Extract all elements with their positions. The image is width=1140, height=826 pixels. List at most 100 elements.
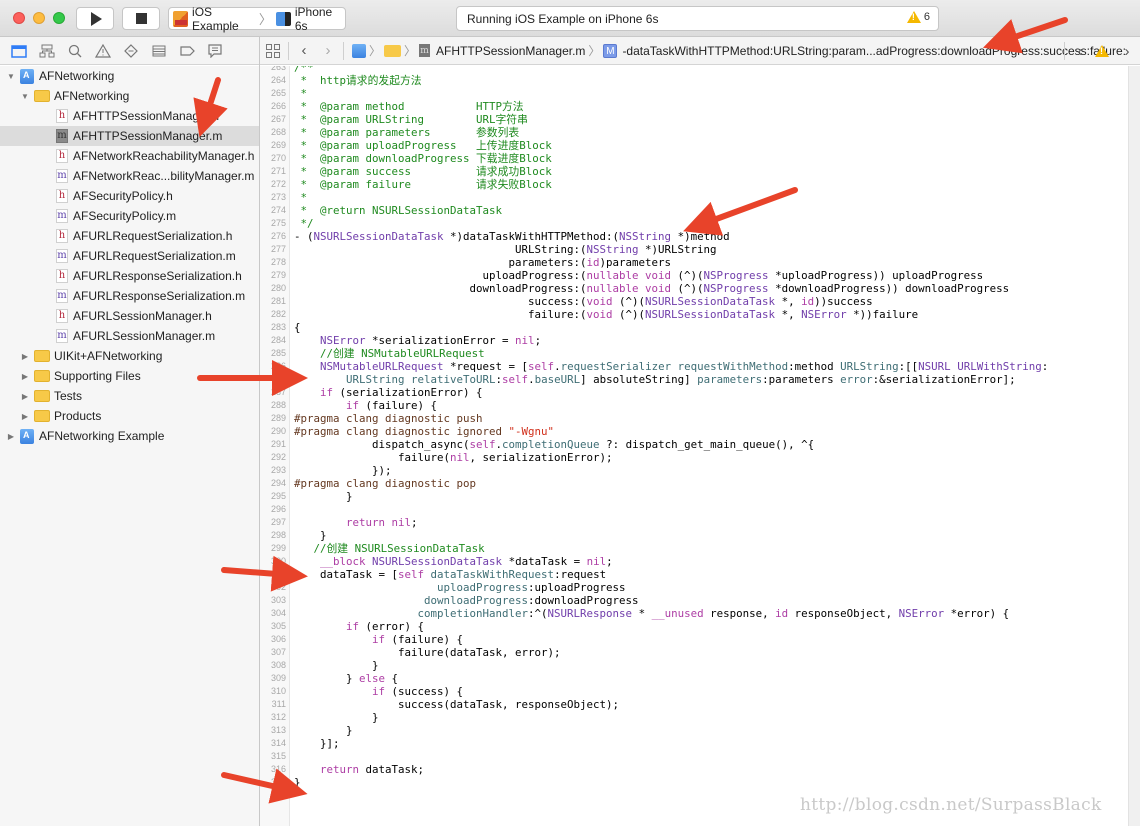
code-text[interactable]: success(dataTask, responseObject); xyxy=(294,698,619,711)
code-text[interactable]: if (serializationError) { xyxy=(294,386,483,399)
code-text[interactable]: * @param uploadProgress 上传进度Block xyxy=(294,139,552,152)
sidebar-item[interactable]: ▶ Products xyxy=(0,406,259,426)
minimize-window-button[interactable] xyxy=(33,12,45,24)
sidebar-item[interactable]: h AFSecurityPolicy.h xyxy=(0,186,259,206)
code-text[interactable]: parameters:(id)parameters xyxy=(294,256,672,269)
device-name[interactable]: iPhone 6s xyxy=(295,5,345,33)
project-navigator-icon[interactable] xyxy=(10,43,28,59)
code-text[interactable]: //创建 NSURLSessionDataTask xyxy=(294,542,485,555)
editor-scrollbar[interactable] xyxy=(1128,66,1140,826)
code-text[interactable]: } xyxy=(294,724,353,737)
disclosure-expanded-icon[interactable]: ▼ xyxy=(6,72,16,81)
code-text[interactable]: * http请求的发起方法 xyxy=(294,74,422,87)
sidebar-item[interactable]: ▶ Tests xyxy=(0,386,259,406)
code-text[interactable]: * @return NSURLSessionDataTask xyxy=(294,204,503,217)
code-text[interactable]: if (failure) { xyxy=(294,399,437,412)
debug-navigator-icon[interactable] xyxy=(150,43,168,59)
code-text[interactable]: //创建 NSMutableURLRequest xyxy=(294,347,485,360)
code-text[interactable]: if (error) { xyxy=(294,620,424,633)
code-text[interactable]: NSError *serializationError = nil; xyxy=(294,334,541,347)
code-text[interactable]: * @param downloadProgress 下载进度Block xyxy=(294,152,552,165)
code-text[interactable]: dispatch_async(self.completionQueue ?: d… xyxy=(294,438,814,451)
code-text[interactable]: #pragma clang diagnostic pop xyxy=(294,477,476,490)
disclosure-collapsed-icon[interactable]: ▶ xyxy=(20,392,30,401)
code-text[interactable]: #pragma clang diagnostic ignored "-Wgnu" xyxy=(294,425,554,438)
code-text[interactable]: } xyxy=(294,776,301,789)
code-text[interactable]: } xyxy=(294,490,353,503)
disclosure-collapsed-icon[interactable]: ▶ xyxy=(20,412,30,421)
code-text[interactable]: - (NSURLSessionDataTask *)dataTaskWithHT… xyxy=(294,230,730,243)
code-text[interactable]: * @param success 请求成功Block xyxy=(294,165,552,178)
code-text[interactable]: #pragma clang diagnostic push xyxy=(294,412,483,425)
code-text[interactable]: completionHandler:^(NSURLResponse * __un… xyxy=(294,607,1010,620)
code-text[interactable]: */ xyxy=(294,217,314,230)
code-text[interactable]: * @param parameters 参数列表 xyxy=(294,126,520,139)
sidebar-item[interactable]: m AFNetworkReac...bilityManager.m xyxy=(0,166,259,186)
code-text[interactable]: URLString:(NSString *)URLString xyxy=(294,243,717,256)
sidebar-item[interactable]: ▶ AFNetworking Example xyxy=(0,426,259,446)
code-text[interactable]: } xyxy=(294,711,379,724)
source-editor[interactable]: 263/** 264 * http请求的发起方法 265 * 266 * @param… xyxy=(260,66,1128,826)
run-button[interactable] xyxy=(76,7,114,30)
code-text[interactable]: uploadProgress:(nullable void (^)(NSProg… xyxy=(294,269,984,282)
sidebar-item[interactable]: m AFURLSessionManager.m xyxy=(0,326,259,346)
forward-button[interactable]: › xyxy=(321,42,335,59)
disclosure-collapsed-icon[interactable]: ▶ xyxy=(20,372,30,381)
code-text[interactable]: downloadProgress:downloadProgress xyxy=(294,594,639,607)
code-text[interactable]: } xyxy=(294,659,379,672)
code-text[interactable]: NSMutableURLRequest *request = [self.req… xyxy=(294,360,1048,373)
code-text[interactable]: failure(dataTask, error); xyxy=(294,646,561,659)
sidebar-item[interactable]: h AFURLSessionManager.h xyxy=(0,306,259,326)
warnings-indicator[interactable]: 6 xyxy=(906,11,930,23)
close-window-button[interactable] xyxy=(13,12,25,24)
disclosure-collapsed-icon[interactable]: ▶ xyxy=(6,432,16,441)
back-button[interactable]: ‹ xyxy=(297,42,311,59)
jump-bar-method[interactable]: -dataTaskWithHTTPMethod:URLString:param.… xyxy=(622,44,1126,58)
code-text[interactable]: uploadProgress:uploadProgress xyxy=(294,581,626,594)
folder-icon[interactable] xyxy=(384,44,402,57)
jump-bar-file[interactable]: AFHTTPSessionManager.m xyxy=(436,44,585,58)
code-text[interactable]: success:(void (^)(NSURLSessionDataTask *… xyxy=(294,295,873,308)
code-text[interactable]: downloadProgress:(nullable void (^)(NSPr… xyxy=(294,282,1010,295)
code-text[interactable]: if (success) { xyxy=(294,685,463,698)
related-items-icon[interactable] xyxy=(266,43,280,58)
code-text[interactable]: }]; xyxy=(294,737,340,750)
code-text[interactable]: return nil; xyxy=(294,516,418,529)
sidebar-item[interactable]: m AFHTTPSessionManager.m xyxy=(0,126,259,146)
project-icon[interactable] xyxy=(352,43,366,58)
find-navigator-icon[interactable] xyxy=(66,43,84,59)
issue-navigator-icon[interactable] xyxy=(94,43,112,59)
code-text[interactable]: __block NSURLSessionDataTask *dataTask =… xyxy=(294,555,613,568)
code-text[interactable]: return dataTask; xyxy=(294,763,424,776)
code-text[interactable]: * @param failure 请求失败Block xyxy=(294,178,552,191)
stop-button[interactable] xyxy=(122,7,160,30)
sidebar-item[interactable]: ▼ AFNetworking xyxy=(0,86,259,106)
code-text[interactable]: /** xyxy=(294,66,314,74)
sidebar-item[interactable]: h AFHTTPSessionManager.h xyxy=(0,106,259,126)
code-text[interactable]: * xyxy=(294,191,308,204)
sidebar-item[interactable]: ▶ UIKit+AFNetworking xyxy=(0,346,259,366)
disclosure-collapsed-icon[interactable]: ▶ xyxy=(20,352,30,361)
sidebar-item[interactable]: m AFURLResponseSerialization.m xyxy=(0,286,259,306)
code-text[interactable]: } else { xyxy=(294,672,398,685)
sidebar-item[interactable]: h AFNetworkReachabilityManager.h xyxy=(0,146,259,166)
code-text[interactable]: } xyxy=(294,529,327,542)
code-text[interactable]: URLString relativeToURL:self.baseURL] ab… xyxy=(294,373,1016,386)
sidebar-item[interactable]: ▼ AFNetworking xyxy=(0,66,259,86)
breakpoint-navigator-icon[interactable] xyxy=(178,43,196,59)
code-text[interactable]: failure:(void (^)(NSURLSessionDataTask *… xyxy=(294,308,918,321)
scheme-selector[interactable]: iOS Example 〉 iPhone 6s xyxy=(168,5,346,33)
symbol-navigator-icon[interactable] xyxy=(38,43,56,59)
sidebar-item[interactable]: h AFURLResponseSerialization.h xyxy=(0,266,259,286)
sidebar-item[interactable]: h AFURLRequestSerialization.h xyxy=(0,226,259,246)
next-issue-button[interactable]: › xyxy=(1120,43,1134,60)
scheme-name[interactable]: iOS Example xyxy=(192,5,258,33)
sidebar-item[interactable]: m AFURLRequestSerialization.m xyxy=(0,246,259,266)
previous-issue-button[interactable]: ‹ xyxy=(1073,43,1087,60)
sidebar-item[interactable]: ▶ Supporting Files xyxy=(0,366,259,386)
sidebar-item[interactable]: m AFSecurityPolicy.m xyxy=(0,206,259,226)
test-navigator-icon[interactable] xyxy=(122,43,140,59)
code-text[interactable]: if (failure) { xyxy=(294,633,463,646)
disclosure-expanded-icon[interactable]: ▼ xyxy=(20,92,30,101)
code-text[interactable]: }); xyxy=(294,464,392,477)
